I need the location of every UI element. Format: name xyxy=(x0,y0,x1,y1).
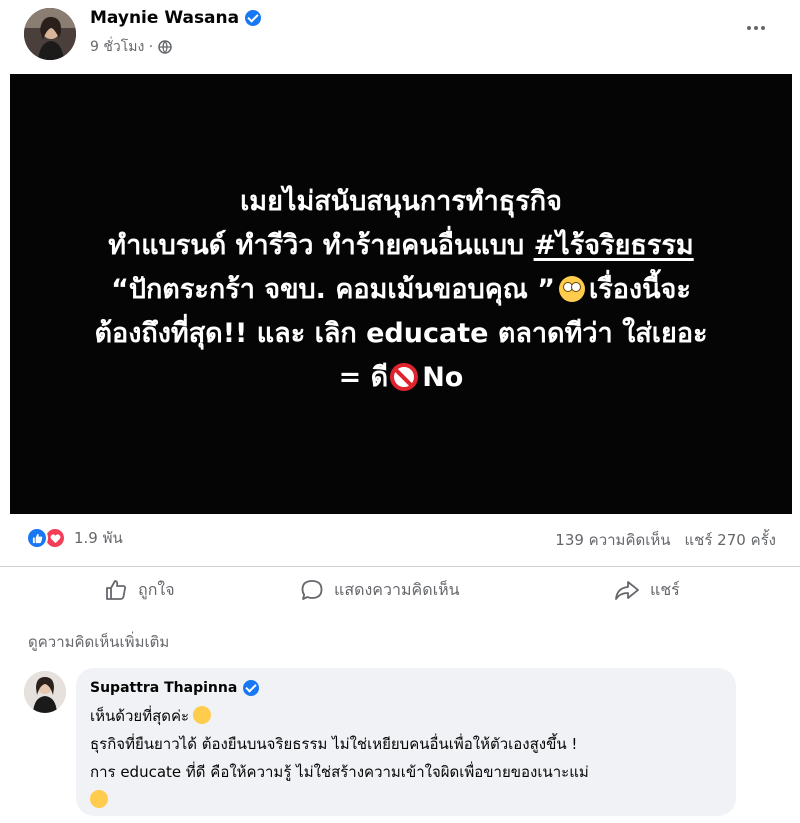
engagement-counts: 139 ความคิดเห็น แชร์ 270 ครั้ง xyxy=(555,528,776,552)
see-more-comments-link[interactable]: ดูความคิดเห็นเพิ่มเติม xyxy=(28,630,169,654)
comment-button[interactable]: แสดงความคิดเห็น xyxy=(300,573,460,607)
post-time[interactable]: 9 ชั่วโมง · xyxy=(90,36,153,58)
verified-badge-icon xyxy=(243,680,260,696)
share-icon xyxy=(615,581,639,600)
post-actions: ถูกใจ แสดงความคิดเห็น แชร์ xyxy=(0,566,800,610)
like-button[interactable]: ถูกใจ xyxy=(104,573,175,607)
author-name-row: Maynie Wasana xyxy=(90,8,262,28)
image-line-3-text: “ปักตระกร้า จขบ. คอมเม้นขอบคุณ ” xyxy=(111,274,555,305)
commenter-name[interactable]: Supattra Thapinna xyxy=(90,680,237,696)
share-label: แชร์ xyxy=(650,579,680,599)
reactions-summary[interactable]: 1.9 พัน xyxy=(26,526,123,550)
comment-line-3: การ educate ที่ดี คือให้ความรู้ ไม่ใช่สร… xyxy=(90,763,589,781)
comment-icon xyxy=(301,580,323,600)
image-line-3: “ปักตระกร้า จขบ. คอมเม้นขอบคุณ ” เรื่องนี… xyxy=(94,268,707,312)
comment-line-1-text: เห็นด้วยที่สุดค่ะ xyxy=(90,707,190,725)
hashtag: #ไร้จริยธรรม xyxy=(533,230,694,261)
post-stats: 1.9 พัน 139 ความคิดเห็น แชร์ 270 ครั้ง xyxy=(0,518,800,558)
image-line-2-text: ทำแบรนด์ ทำรีวิว ทำร้ายคนอื่นแบบ xyxy=(108,230,525,261)
sad-emoji xyxy=(90,790,108,808)
image-line-1: เมยไม่สนับสนุนการทำธุรกิจ xyxy=(240,186,562,217)
share-button[interactable]: แชร์ xyxy=(614,573,680,607)
globe-icon xyxy=(158,40,172,54)
verified-badge-icon xyxy=(245,10,262,26)
comment-count[interactable]: 139 ความคิดเห็น xyxy=(555,528,670,552)
image-line-5-end: No xyxy=(422,362,464,393)
prohibited-emoji xyxy=(390,363,419,391)
more-options-icon[interactable] xyxy=(738,16,774,40)
author-name[interactable]: Maynie Wasana xyxy=(90,8,239,28)
eye-roll-emoji xyxy=(558,276,585,302)
image-line-3-end: เรื่องนี้จะ xyxy=(588,274,691,305)
thumbs-up-icon xyxy=(106,580,126,600)
post-image-text: เมยไม่สนับสนุนการทำธุรกิจ ทำแบรนด์ ทำรีว… xyxy=(94,180,707,400)
share-count[interactable]: แชร์ 270 ครั้ง xyxy=(685,528,777,552)
comment-label: แสดงความคิดเห็น xyxy=(334,579,460,599)
image-line-5-text: = ดี xyxy=(338,362,389,393)
like-label: ถูกใจ xyxy=(138,579,175,599)
comment-line-2: ธุรกิจที่ยืนยาวได้ ต้องยืนบนจริยธรรม ไม่… xyxy=(90,735,578,753)
comment-bubble: Supattra Thapinna เห็นด้วยที่สุดค่ะ ธุรก… xyxy=(76,668,736,816)
comment-line-1: เห็นด้วยที่สุดค่ะ xyxy=(90,702,722,730)
image-line-4: ต้องถึงที่สุด!! และ เลิก educate ตลาดทีว… xyxy=(94,318,708,349)
reaction-count: 1.9 พัน xyxy=(74,529,123,547)
author-avatar[interactable] xyxy=(24,8,76,60)
post-meta: 9 ชั่วโมง · xyxy=(90,36,172,58)
comment-line-4 xyxy=(90,786,722,814)
image-line-5: = ดี No xyxy=(94,356,707,400)
clap-emoji xyxy=(193,706,212,724)
commenter-avatar[interactable] xyxy=(24,671,66,713)
commenter-name-row: Supattra Thapinna xyxy=(90,680,722,696)
post-header: Maynie Wasana 9 ชั่วโมง · xyxy=(0,0,800,74)
like-reaction-icon xyxy=(26,527,48,549)
post-image[interactable]: เมยไม่สนับสนุนการทำธุรกิจ ทำแบรนด์ ทำรีว… xyxy=(10,74,792,514)
image-line-2: ทำแบรนด์ ทำรีวิว ทำร้ายคนอื่นแบบ #ไร้จริ… xyxy=(94,224,707,268)
